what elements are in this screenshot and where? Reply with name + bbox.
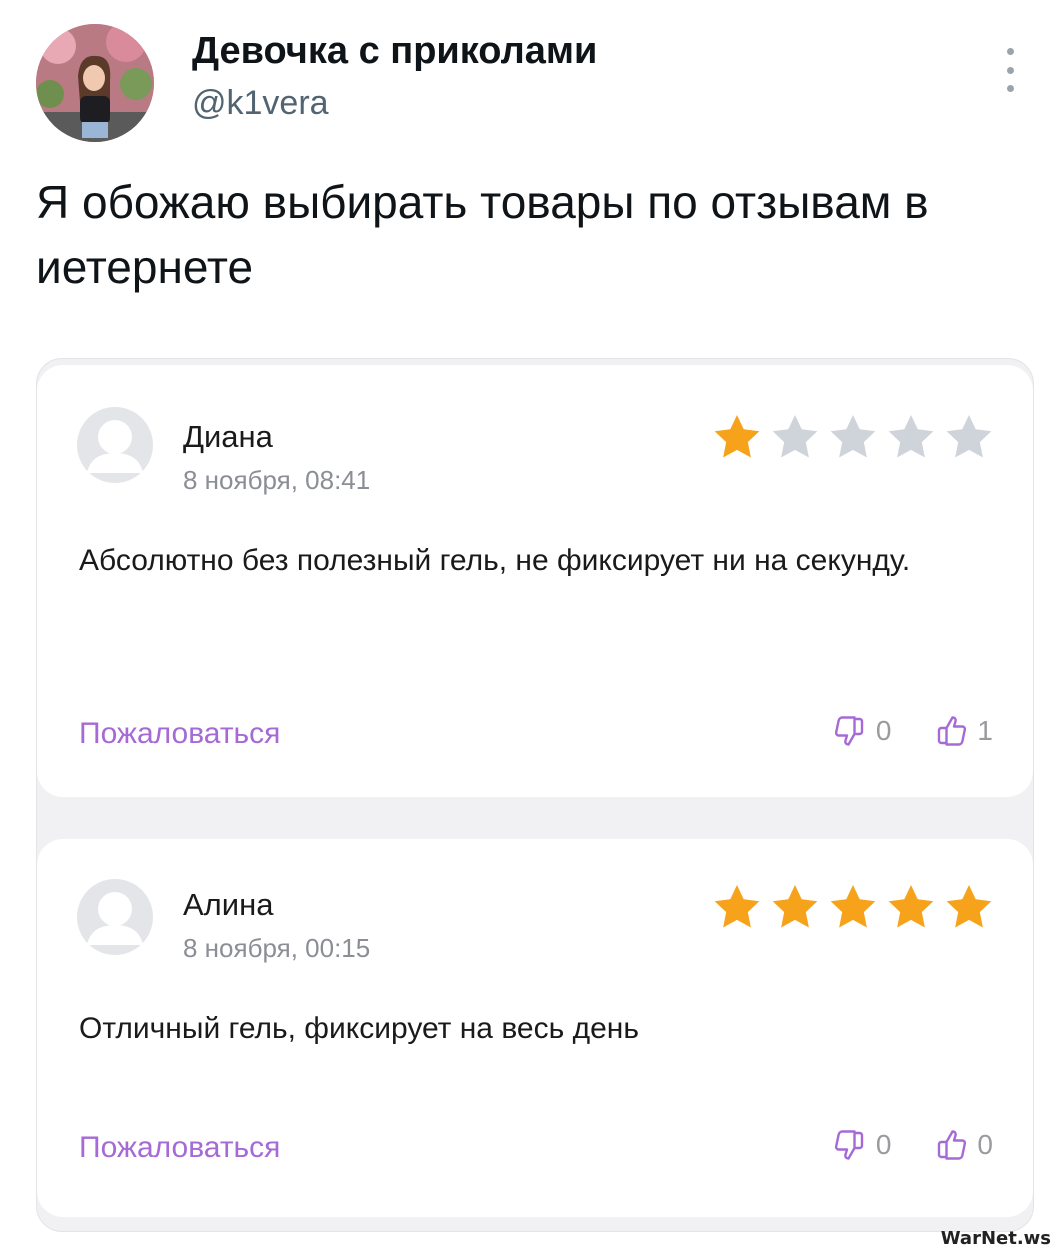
dislike-count: 0 — [875, 1129, 892, 1160]
like-count: 0 — [977, 1129, 993, 1160]
display-name[interactable]: Девочка с приколами — [192, 30, 597, 73]
vote-controls: 0 1 — [832, 713, 993, 749]
review-author: Диана — [183, 419, 273, 454]
review-text: Абсолютно без полезный гель, не фиксируе… — [79, 544, 911, 577]
review-card: Диана 8 ноября, 08:41 Абсолютно без поле… — [37, 365, 1033, 797]
user-placeholder-icon — [77, 879, 153, 955]
vote-controls: 0 0 — [832, 1127, 993, 1163]
complain-link[interactable]: Пожаловаться — [79, 717, 280, 751]
like-button[interactable]: 1 — [933, 713, 993, 749]
star-empty-icon — [827, 411, 879, 461]
like-count: 1 — [977, 715, 993, 746]
star-empty-icon — [769, 411, 821, 461]
watermark-logo: WarNet.ws — [940, 1228, 1051, 1249]
like-button[interactable]: 0 — [933, 1127, 993, 1163]
thumbs-down-icon — [834, 716, 864, 746]
vertical-dots-icon — [1006, 48, 1014, 55]
review-date: 8 ноября, 08:41 — [183, 465, 371, 495]
star-rating — [711, 411, 995, 461]
thumbs-down-icon — [834, 1130, 864, 1160]
user-handle[interactable]: @k1vera — [192, 84, 329, 123]
profile-avatar[interactable] — [36, 24, 154, 142]
dislike-button[interactable]: 0 — [832, 1127, 892, 1163]
star-filled-icon — [711, 881, 763, 931]
star-filled-icon — [943, 881, 995, 931]
review-author: Алина — [183, 887, 274, 922]
review-card: Алина 8 ноября, 00:15 Отличный гель, фик… — [37, 839, 1033, 1217]
star-filled-icon — [711, 411, 763, 461]
star-rating — [711, 881, 995, 931]
dislike-button[interactable]: 0 — [832, 713, 892, 749]
review-text: Отличный гель, фиксирует на весь день — [79, 1012, 639, 1045]
more-options-button[interactable] — [996, 48, 1024, 92]
star-filled-icon — [827, 881, 879, 931]
reviews-screenshot: Диана 8 ноября, 08:41 Абсолютно без поле… — [36, 358, 1034, 1232]
review-date: 8 ноября, 00:15 — [183, 933, 371, 963]
tweet-text: Я обожаю выбирать товары по отзывам в ие… — [36, 176, 929, 293]
star-filled-icon — [769, 881, 821, 931]
thumbs-up-icon — [938, 1130, 967, 1160]
user-placeholder-icon — [77, 407, 153, 483]
dislike-count: 0 — [875, 715, 892, 746]
thumbs-up-icon — [938, 716, 967, 746]
star-empty-icon — [885, 411, 937, 461]
complain-link[interactable]: Пожаловаться — [79, 1131, 280, 1165]
star-filled-icon — [885, 881, 937, 931]
star-empty-icon — [943, 411, 995, 461]
